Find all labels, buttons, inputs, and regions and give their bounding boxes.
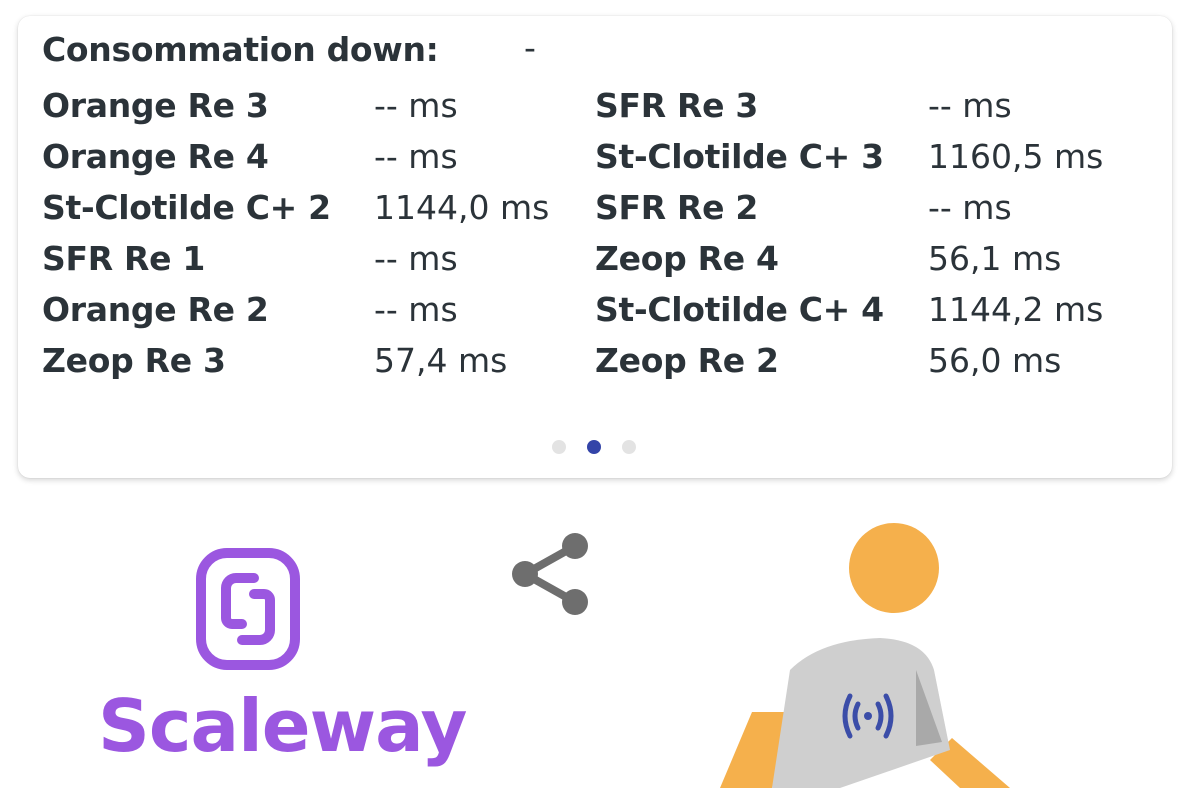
row-value: -- ms xyxy=(928,188,1012,227)
scaleway-mark-icon xyxy=(196,548,300,670)
row-value: 56,0 ms xyxy=(928,341,1062,380)
row-value: -- ms xyxy=(374,239,458,278)
row-value: 56,1 ms xyxy=(928,239,1062,278)
row-name: Zeop Re 4 xyxy=(595,239,779,278)
row-value: 57,4 ms xyxy=(374,341,508,380)
row-name: SFR Re 2 xyxy=(595,188,759,227)
page-dot-active[interactable] xyxy=(587,440,601,454)
card-title-value: - xyxy=(524,28,536,67)
page-indicator xyxy=(550,436,640,456)
row-name: St-Clotilde C+ 3 xyxy=(595,137,884,176)
share-icon xyxy=(512,533,588,615)
row-name: SFR Re 1 xyxy=(42,239,206,278)
row-name: Orange Re 4 xyxy=(42,137,269,176)
scaleway-wordmark: Scaleway xyxy=(98,684,467,768)
person-signal-icon xyxy=(720,523,1010,788)
row-name: Zeop Re 2 xyxy=(595,341,779,380)
row-value: 1144,0 ms xyxy=(374,188,550,227)
page-dot[interactable] xyxy=(552,440,566,454)
row-value: -- ms xyxy=(374,86,458,125)
page-dot[interactable] xyxy=(622,440,636,454)
person-signal-illustration xyxy=(720,520,1020,788)
latency-card[interactable]: Consommation down: - Orange Re 3 -- ms O… xyxy=(18,16,1172,478)
row-value: 1144,2 ms xyxy=(928,290,1104,329)
row-name: St-Clotilde C+ 2 xyxy=(42,188,331,227)
row-value: -- ms xyxy=(374,290,458,329)
row-name: Orange Re 3 xyxy=(42,86,269,125)
share-button[interactable] xyxy=(506,528,596,620)
row-value: 1160,5 ms xyxy=(928,137,1104,176)
row-name: Orange Re 2 xyxy=(42,290,269,329)
scaleway-logo[interactable]: Scaleway xyxy=(96,548,467,778)
row-name: St-Clotilde C+ 4 xyxy=(595,290,884,329)
row-value: -- ms xyxy=(374,137,458,176)
row-value: -- ms xyxy=(928,86,1012,125)
row-name: Zeop Re 3 xyxy=(42,341,226,380)
row-name: SFR Re 3 xyxy=(595,86,759,125)
card-title: Consommation down: xyxy=(42,30,439,69)
